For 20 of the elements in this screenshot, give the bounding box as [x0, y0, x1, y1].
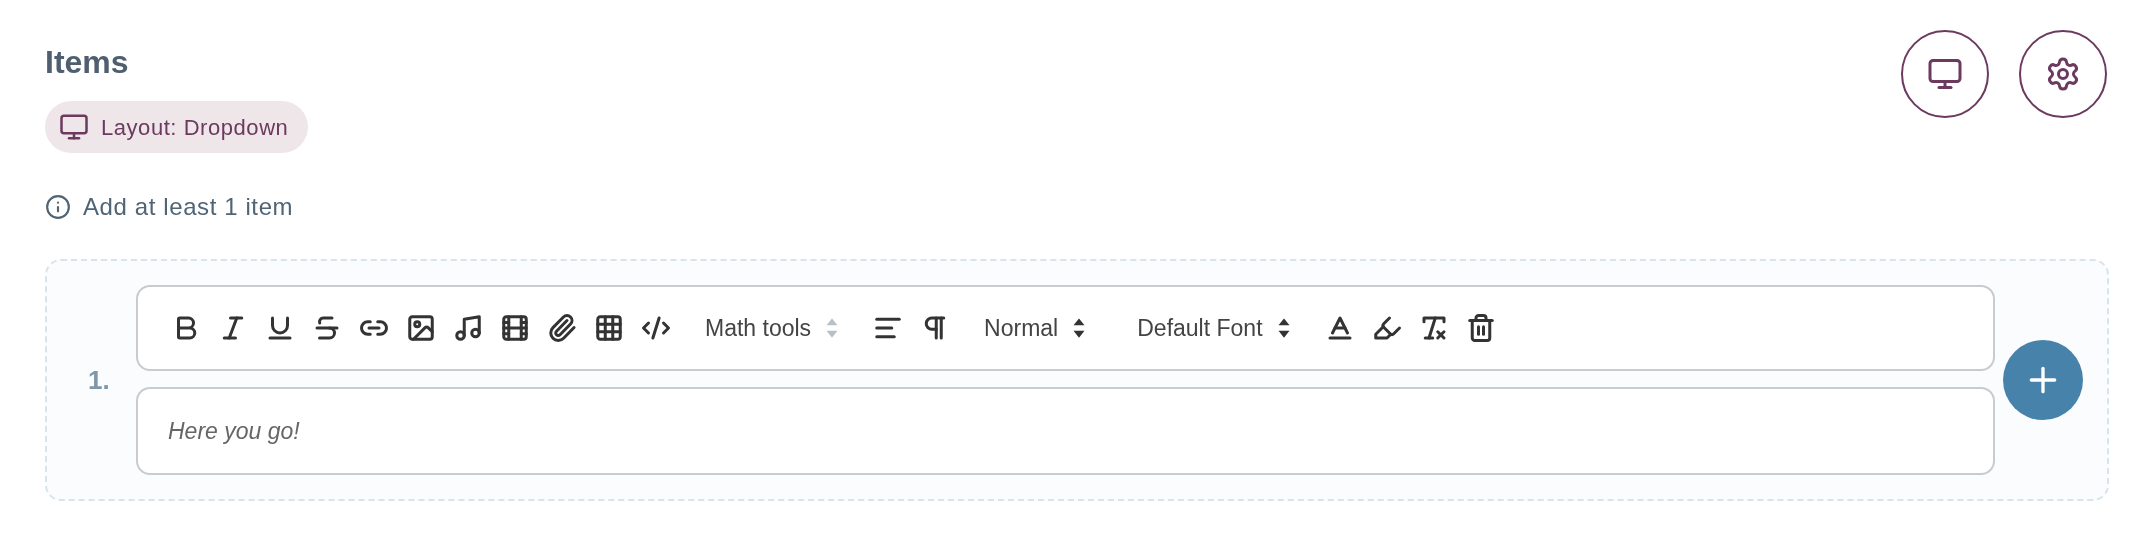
- highlight-icon: [1371, 313, 1402, 343]
- settings-icon: [2045, 56, 2081, 92]
- monitor-icon: [1927, 56, 1963, 92]
- section-title: Items: [45, 43, 129, 82]
- settings-button[interactable]: [2019, 30, 2107, 118]
- paperclip-icon: [547, 313, 577, 343]
- monitor-icon: [59, 112, 89, 142]
- toolbar-select[interactable]: Default Font: [1117, 308, 1311, 348]
- toolbar-select[interactable]: Normal: [964, 308, 1107, 348]
- item-number: 1.: [88, 363, 111, 397]
- info-icon: [45, 194, 71, 220]
- table-icon: [594, 313, 624, 343]
- layout-badge[interactable]: Layout: Dropdown: [45, 101, 309, 153]
- film-icon: [500, 313, 530, 343]
- answer-field[interactable]: Here you go!: [136, 387, 1995, 475]
- trash-icon: [1465, 313, 1496, 343]
- music-note-icon: [453, 313, 483, 343]
- display-button[interactable]: [1901, 30, 1989, 118]
- hint-text: Add at least 1 item: [83, 192, 294, 222]
- image-icon: [406, 313, 436, 343]
